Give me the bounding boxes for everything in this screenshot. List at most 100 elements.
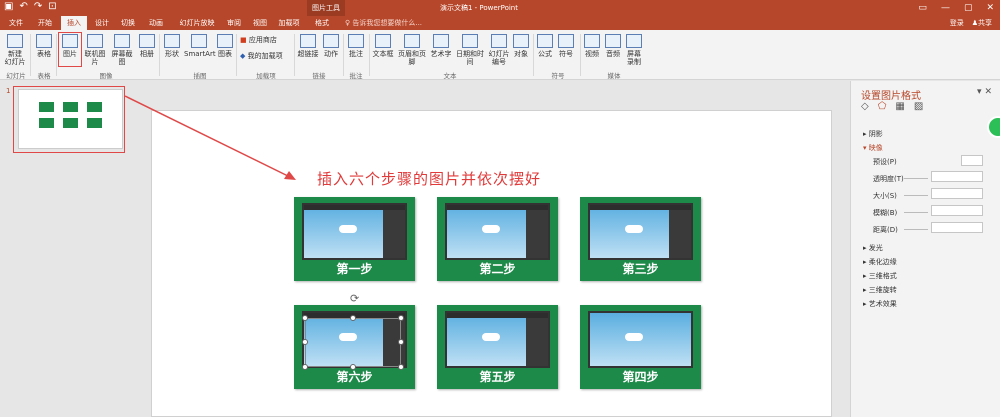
tab-transitions[interactable]: 切换 <box>117 16 139 30</box>
section-3d-format[interactable]: ▸ 三维格式 <box>863 271 897 281</box>
resize-handle[interactable] <box>302 315 308 321</box>
screenshot-button[interactable]: 屏幕截图 <box>109 34 135 66</box>
shapes-label: 形状 <box>165 50 179 58</box>
symbol-button[interactable]: 符号 <box>557 34 575 58</box>
tab-insert[interactable]: 插入 <box>61 16 87 30</box>
pi-icon <box>537 34 553 48</box>
blur-slider[interactable] <box>904 212 928 213</box>
store-button[interactable]: ■ 应用商店 <box>240 36 280 44</box>
resize-handle[interactable] <box>398 315 404 321</box>
hyperlink-button[interactable]: 超链接 <box>297 34 319 58</box>
table-button[interactable]: 表格 <box>34 34 54 58</box>
smartart-button[interactable]: SmartArt <box>184 34 216 58</box>
screen-recording-button[interactable]: 屏幕 录制 <box>625 34 643 66</box>
equation-button[interactable]: 公式 <box>536 34 554 58</box>
picture-icon[interactable]: ▨ <box>914 101 923 112</box>
tab-animations[interactable]: 动画 <box>143 16 169 30</box>
step-image-1[interactable]: 第一步 <box>294 197 415 281</box>
section-soft-edges[interactable]: ▸ 柔化边缘 <box>863 257 897 267</box>
smartart-label: SmartArt <box>184 50 216 58</box>
preset-dropdown[interactable] <box>961 155 983 166</box>
slide-number-button[interactable]: 幻灯片 编号 <box>488 34 510 66</box>
chevron-down-icon[interactable]: ▾ <box>977 87 982 97</box>
rotate-handle-icon[interactable]: ⟳ <box>350 292 359 305</box>
distance-slider[interactable] <box>904 229 928 230</box>
object-button[interactable]: 对象 <box>512 34 530 58</box>
size-properties-icon[interactable]: ▦ <box>895 101 904 112</box>
window-controls: ▭ — ▢ ✕ <box>918 0 994 16</box>
divider <box>159 34 160 76</box>
tab-review[interactable]: 审阅 <box>223 16 245 30</box>
action-button[interactable]: 动作 <box>321 34 341 58</box>
effects-icon[interactable]: ⬠ <box>878 101 887 112</box>
distance-field[interactable] <box>931 222 983 233</box>
resize-handle[interactable] <box>398 339 404 345</box>
fill-line-icon[interactable]: ◇ <box>861 101 869 112</box>
section-glow[interactable]: ▸ 发光 <box>863 243 883 253</box>
addins-icon: ◆ <box>240 52 248 60</box>
photo-album-button[interactable]: 相册 <box>137 34 157 58</box>
transparency-field[interactable] <box>931 171 983 182</box>
section-reflection[interactable]: ▾ 映像 <box>863 143 883 153</box>
transparency-slider[interactable] <box>904 178 928 179</box>
date-time-button[interactable]: 日期和时间 <box>454 34 486 66</box>
section-label: 柔化边缘 <box>868 258 897 266</box>
account-area: 登录 ♟共享 <box>950 16 992 30</box>
audio-button[interactable]: 音频 <box>604 34 622 58</box>
close-icon[interactable]: ✕ <box>984 87 992 97</box>
start-slideshow-icon[interactable]: ⊡ <box>48 1 56 12</box>
step-image-2[interactable]: 第二步 <box>437 197 558 281</box>
wordart-button[interactable]: 艺术字 <box>430 34 452 58</box>
redo-icon[interactable]: ↷ <box>34 1 42 12</box>
resize-handle[interactable] <box>302 364 308 370</box>
tell-me-box[interactable]: ♀ 告诉我您想要做什么... <box>345 16 422 30</box>
size-slider[interactable] <box>904 195 928 196</box>
tab-slideshow[interactable]: 幻灯片放映 <box>174 16 220 30</box>
step-image-5[interactable]: 第五步 <box>437 305 558 389</box>
ribbon-display-icon[interactable]: ▭ <box>918 0 927 16</box>
share-button[interactable]: ♟共享 <box>972 16 992 30</box>
chart-button[interactable]: 图表 <box>216 34 234 58</box>
section-3d-rotation[interactable]: ▸ 三维旋转 <box>863 285 897 295</box>
maximize-icon[interactable]: ▢ <box>964 0 973 16</box>
tab-format[interactable]: 格式 <box>309 16 335 30</box>
comment-button[interactable]: 批注 <box>346 34 366 58</box>
my-addins-button[interactable]: ◆ 我的加载项 <box>240 52 290 60</box>
tab-view[interactable]: 视图 <box>249 16 271 30</box>
section-label: 艺术效果 <box>868 300 897 308</box>
online-pictures-button[interactable]: 联机图片 <box>82 34 108 66</box>
resize-handle[interactable] <box>398 364 404 370</box>
undo-icon[interactable]: ↶ <box>19 1 27 12</box>
slide-instruction-text[interactable]: 插入六个步骤的图片并依次摆好 <box>317 168 541 189</box>
section-label: 三维旋转 <box>868 286 897 294</box>
tab-home[interactable]: 开始 <box>33 16 57 30</box>
shapes-icon <box>164 34 180 48</box>
tab-addins[interactable]: 加载项 <box>275 16 303 30</box>
resize-handle[interactable] <box>302 339 308 345</box>
resize-handle[interactable] <box>350 315 356 321</box>
section-label: 阴影 <box>868 130 883 138</box>
header-footer-button[interactable]: 页眉和页脚 <box>396 34 428 66</box>
tab-design[interactable]: 设计 <box>91 16 113 30</box>
save-icon[interactable]: ▣ <box>4 1 13 12</box>
group-illustrations: 插图 <box>193 72 207 80</box>
photo-album-label: 相册 <box>140 50 154 58</box>
close-icon[interactable]: ✕ <box>986 0 994 16</box>
video-button[interactable]: 视频 <box>583 34 601 58</box>
shapes-button[interactable]: 形状 <box>162 34 182 58</box>
picture-tools-context: 图片工具 <box>307 0 345 16</box>
video-icon <box>584 34 600 48</box>
blur-field[interactable] <box>931 205 983 216</box>
step-image-3[interactable]: 第三步 <box>580 197 701 281</box>
resize-handle[interactable] <box>350 364 356 370</box>
login-link[interactable]: 登录 <box>950 16 964 30</box>
step-image-4[interactable]: 第四步 <box>580 305 701 389</box>
size-field[interactable] <box>931 188 983 199</box>
group-media: 媒体 <box>607 72 621 80</box>
textbox-button[interactable]: 文本框 <box>372 34 394 58</box>
section-shadow[interactable]: ▸ 阴影 <box>863 129 883 139</box>
minimize-icon[interactable]: — <box>941 0 950 16</box>
tab-file[interactable]: 文件 <box>4 16 28 30</box>
section-artistic-effects[interactable]: ▸ 艺术效果 <box>863 299 897 309</box>
new-slide-button[interactable]: 新建 幻灯片 <box>4 34 26 66</box>
